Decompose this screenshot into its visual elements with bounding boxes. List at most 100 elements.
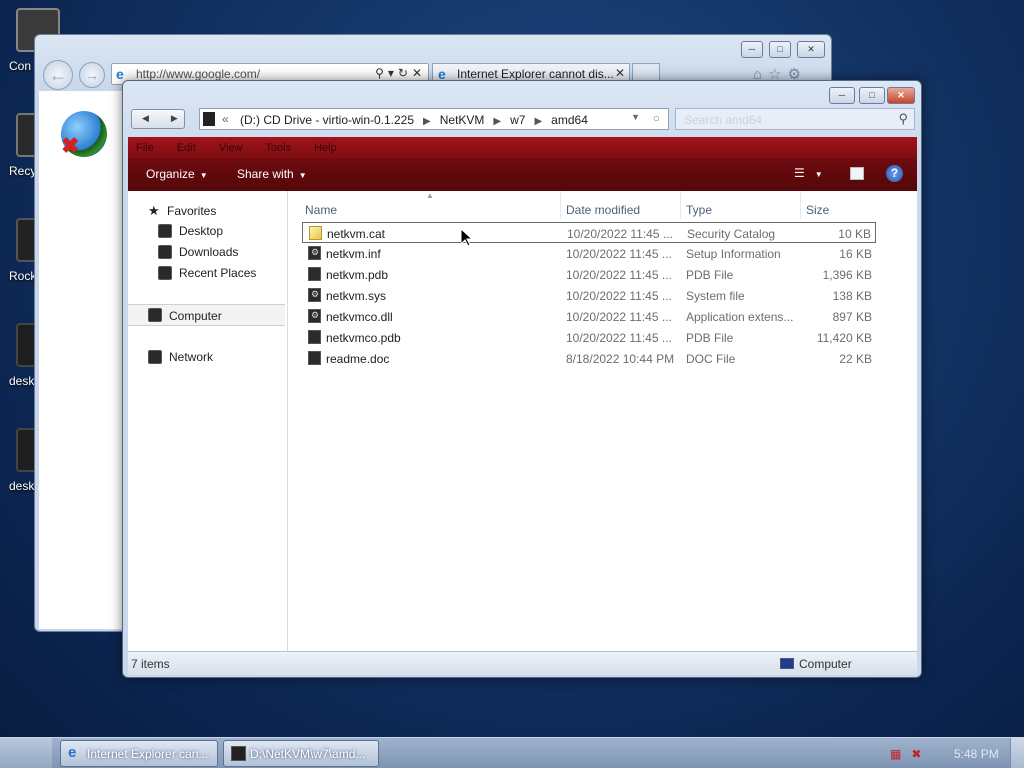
refresh-icon[interactable]: ○: [653, 111, 660, 125]
chevron-down-icon: ▼: [199, 171, 208, 180]
forward-button[interactable]: →: [79, 62, 105, 88]
item-count: 7 items: [131, 657, 170, 671]
breadcrumb-chevron-icon[interactable]: ▶: [534, 116, 542, 127]
organize-button[interactable]: Organize ▼: [146, 167, 208, 181]
navigation-pane: ★ Favorites Desktop Downloads Recent Pla…: [128, 191, 288, 651]
nav-computer-label: Computer: [169, 309, 222, 323]
file-name: readme.doc: [326, 352, 390, 366]
system-file-icon: [308, 288, 321, 302]
search-icon[interactable]: ⚲: [898, 111, 908, 127]
ie-page-content: ✖: [39, 91, 127, 629]
file-type: PDB File: [686, 331, 734, 345]
error-x-icon: ✖: [61, 133, 80, 158]
explorer-window[interactable]: ─ □ ✕ ◀▶ « (D:) CD Drive - virtio-win-0.…: [122, 80, 922, 678]
catalog-file-icon: [309, 226, 322, 240]
close-button[interactable]: ✕: [887, 87, 915, 104]
taskbar-button-ie[interactable]: e Internet Explorer can...: [60, 740, 218, 767]
desktop-icon-label: desk: [9, 374, 35, 388]
column-divider[interactable]: [800, 191, 801, 219]
file-row[interactable]: netkvm.inf 10/20/2022 11:45 ... Setup In…: [302, 243, 876, 264]
help-icon[interactable]: ?: [886, 165, 903, 182]
nav-recent-places[interactable]: Recent Places: [158, 266, 256, 280]
command-bar: Organize ▼ Share with ▼ ☰ ▼ ?: [128, 159, 917, 191]
show-desktop-button[interactable]: [1010, 738, 1024, 768]
maximize-button[interactable]: □: [859, 87, 885, 104]
network-tray-icon[interactable]: ▦: [890, 747, 901, 761]
breadcrumb-chevron-icon[interactable]: ▶: [493, 116, 501, 127]
nav-favorites[interactable]: ★ Favorites: [148, 203, 216, 219]
breadcrumb-chevron-icon[interactable]: ▶: [423, 116, 431, 127]
nav-network[interactable]: Network: [148, 350, 213, 364]
nav-computer[interactable]: Computer: [128, 304, 285, 326]
menu-help[interactable]: Help: [314, 142, 337, 154]
breadcrumb-segment[interactable]: amd64: [551, 113, 588, 127]
column-divider[interactable]: [560, 191, 561, 219]
generic-file-icon: [308, 267, 321, 281]
nav-downloads[interactable]: Downloads: [158, 245, 238, 259]
address-breadcrumb[interactable]: « (D:) CD Drive - virtio-win-0.1.225 ▶ Net…: [199, 108, 669, 130]
file-name: netkvm.cat: [327, 227, 386, 241]
file-size: 10 KB: [838, 227, 871, 241]
desktop-icon: [158, 224, 172, 238]
menu-edit[interactable]: Edit: [177, 142, 196, 154]
file-row[interactable]: netkvm.cat 10/20/2022 11:45 ... Security…: [302, 222, 876, 243]
chevron-down-icon[interactable]: ▼: [631, 112, 640, 122]
dll-file-icon: [308, 309, 321, 323]
share-with-button[interactable]: Share with ▼: [237, 167, 307, 181]
desktop-icon-label: Rock: [9, 269, 37, 283]
menu-file[interactable]: File: [136, 142, 154, 154]
file-size: 1,396 KB: [822, 268, 872, 282]
clock[interactable]: 5:48 PM: [954, 747, 999, 761]
ie-tab-title: Internet Explorer cannot dis...: [457, 67, 614, 81]
maximize-button[interactable]: □: [769, 41, 791, 58]
file-row[interactable]: netkvm.pdb 10/20/2022 11:45 ... PDB File…: [302, 264, 876, 285]
file-row[interactable]: netkvmco.dll 10/20/2022 11:45 ... Applic…: [302, 306, 876, 327]
column-header-type[interactable]: Type: [686, 203, 712, 217]
back-button[interactable]: ←: [43, 60, 73, 90]
file-date: 10/20/2022 11:45 ...: [566, 289, 672, 303]
desktop-icon-label: desk: [9, 479, 35, 493]
column-header-size[interactable]: Size: [806, 203, 829, 217]
search-input[interactable]: Search amd64 ⚲: [675, 108, 915, 130]
file-row[interactable]: readme.doc 8/18/2022 10:44 PM DOC File 2…: [302, 348, 876, 369]
breadcrumb-overflow[interactable]: «: [222, 112, 229, 126]
file-row[interactable]: netkvmco.pdb 10/20/2022 11:45 ... PDB Fi…: [302, 327, 876, 348]
menu-view[interactable]: View: [219, 142, 243, 154]
breadcrumb-segment[interactable]: NetKVM: [440, 113, 485, 127]
start-button[interactable]: [0, 738, 52, 768]
address-tools-icon[interactable]: ⚲▾↻✕: [375, 66, 426, 80]
nav-desktop[interactable]: Desktop: [158, 224, 223, 238]
change-view-button[interactable]: ☰ ▼: [794, 166, 823, 180]
close-button[interactable]: ✕: [797, 41, 825, 58]
share-with-label: Share with: [237, 167, 294, 181]
explorer-icon: [231, 746, 246, 761]
generic-file-icon: [308, 351, 321, 365]
menu-tools[interactable]: Tools: [265, 142, 291, 154]
taskbar-button-label: D:\NetKVM\w7\amd...: [250, 747, 366, 761]
system-tray: ▦ ✖: [890, 747, 921, 761]
column-header-name[interactable]: Name: [305, 203, 337, 217]
organize-label: Organize: [146, 167, 195, 181]
file-name: netkvm.pdb: [326, 268, 389, 282]
tab-close-icon[interactable]: ✕: [615, 66, 625, 80]
column-header-date[interactable]: Date modified: [566, 203, 640, 217]
taskbar-button-explorer[interactable]: D:\NetKVM\w7\amd...: [223, 740, 379, 767]
back-forward-buttons[interactable]: ◀▶: [131, 109, 185, 129]
file-date: 8/18/2022 10:44 PM: [566, 352, 675, 366]
preview-pane-icon[interactable]: [850, 167, 864, 180]
back-arrow-icon[interactable]: ◀: [142, 113, 171, 123]
file-name: netkvm.inf: [326, 247, 381, 261]
desktop-icon-label: Con: [9, 59, 32, 73]
breadcrumb-segment[interactable]: (D:) CD Drive - virtio-win-0.1.225: [240, 113, 414, 127]
forward-arrow-icon[interactable]: ▶: [171, 113, 200, 123]
minimize-button[interactable]: ─: [829, 87, 855, 104]
minimize-button[interactable]: ─: [741, 41, 763, 58]
breadcrumb-segment[interactable]: w7: [510, 113, 525, 127]
file-row[interactable]: netkvm.sys 10/20/2022 11:45 ... System f…: [302, 285, 876, 306]
volume-muted-icon[interactable]: ✖: [911, 747, 921, 761]
file-size: 11,420 KB: [816, 331, 872, 345]
search-placeholder: Search amd64: [684, 113, 763, 127]
file-name: netkvmco.dll: [326, 310, 393, 324]
column-divider[interactable]: [680, 191, 681, 219]
file-type: DOC File: [686, 352, 736, 366]
